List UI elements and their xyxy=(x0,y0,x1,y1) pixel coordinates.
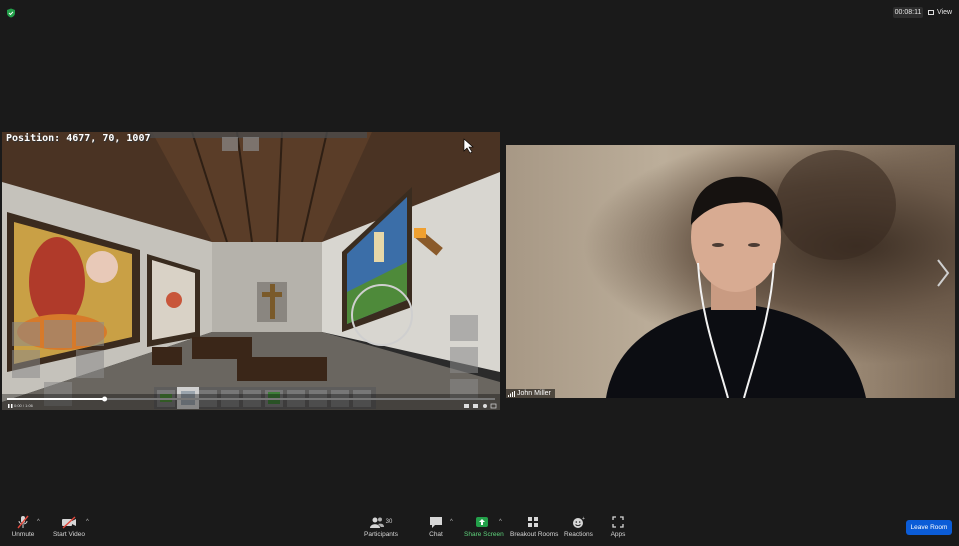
chat-bubble-icon xyxy=(430,517,442,528)
unmute-label: Unmute xyxy=(11,531,35,538)
playback-scrubber[interactable] xyxy=(102,396,108,402)
pause-icon[interactable] xyxy=(8,404,10,408)
svg-text:+: + xyxy=(582,516,585,522)
microphone-muted-icon xyxy=(17,515,29,529)
unmute-button[interactable]: Unmute xyxy=(8,515,38,538)
participant-name-tag: John Miller xyxy=(506,389,555,398)
shared-screen-video[interactable]: Position: 4677, 70, 1007 0:00 / 1:06 xyxy=(2,132,500,410)
participants-button[interactable]: 30 Participants xyxy=(364,515,398,538)
playback-time: 0:00 / 1:06 xyxy=(14,403,33,408)
share-options-caret-icon[interactable]: ^ xyxy=(499,519,502,525)
reactions-emoji-icon: + xyxy=(573,516,585,528)
start-video-label: Start Video xyxy=(52,531,86,538)
minecraft-gallery-scene xyxy=(2,132,500,410)
signal-bars-icon xyxy=(508,390,515,397)
meeting-timer: 00:08:11 xyxy=(893,7,923,18)
caption-icon[interactable] xyxy=(464,404,469,408)
security-shield-icon[interactable] xyxy=(6,8,16,18)
share-screen-button[interactable]: Share Screen xyxy=(464,515,504,538)
video-options-caret-icon[interactable]: ^ xyxy=(86,519,89,525)
breakout-rooms-icon xyxy=(528,517,538,527)
audio-options-caret-icon[interactable]: ^ xyxy=(37,519,40,525)
chat-button[interactable]: Chat xyxy=(426,515,446,538)
participants-count: 30 xyxy=(385,519,393,525)
share-screen-label: Share Screen xyxy=(464,531,504,538)
participants-icon xyxy=(369,517,384,528)
view-button-label: View xyxy=(937,9,953,16)
breakout-rooms-button[interactable]: Breakout Rooms xyxy=(510,515,559,538)
participants-label: Participants xyxy=(364,531,398,538)
share-screen-icon xyxy=(476,517,488,527)
position-readout: Position: 4677, 70, 1007 xyxy=(6,133,151,144)
playback-progress-fill xyxy=(7,398,105,400)
participant-video[interactable] xyxy=(506,145,955,398)
participant-name: John Miller xyxy=(517,390,551,397)
chat-label: Chat xyxy=(429,531,443,538)
breakout-rooms-label: Breakout Rooms xyxy=(510,531,559,538)
next-page-chevron-icon[interactable] xyxy=(935,258,951,288)
leave-room-button[interactable]: Leave Room xyxy=(906,520,952,535)
apps-label: Apps xyxy=(610,531,626,538)
chat-options-caret-icon[interactable]: ^ xyxy=(450,519,453,525)
start-video-button[interactable]: Start Video xyxy=(52,515,86,538)
settings-gear-icon[interactable] xyxy=(483,404,487,408)
view-button[interactable]: View xyxy=(928,7,952,18)
volume-icon[interactable] xyxy=(473,404,478,408)
grid-view-icon xyxy=(928,10,934,15)
reactions-button[interactable]: + Reactions xyxy=(564,515,593,538)
video-camera-off-icon xyxy=(62,516,76,529)
participant-silhouette xyxy=(606,150,896,398)
reactions-label: Reactions xyxy=(564,531,593,538)
apps-button[interactable]: Apps xyxy=(608,515,628,538)
apps-icon xyxy=(612,516,624,528)
